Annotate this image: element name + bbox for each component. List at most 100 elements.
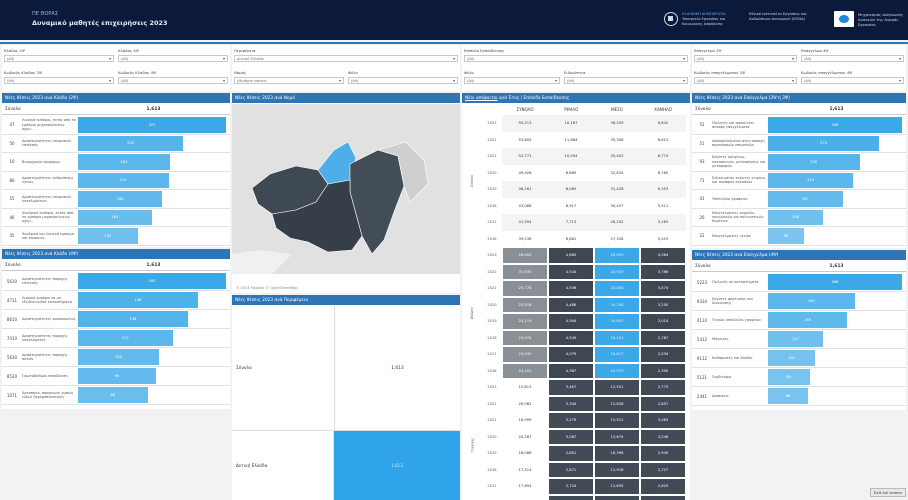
table-cell[interactable]: 16,803 — [594, 313, 640, 330]
table-cell[interactable]: 24,074 — [502, 329, 548, 346]
table-row[interactable]: 5131 Σερβιτόροι 89 — [692, 368, 906, 387]
table-cell[interactable]: 18,999 — [502, 412, 548, 429]
table-cell[interactable]: 4,079 — [548, 346, 594, 363]
column-header[interactable]: ΜΕΣΟ — [594, 104, 640, 114]
table-cell[interactable]: 2,364 — [548, 494, 594, 500]
table-cell[interactable]: 5,019 — [640, 230, 686, 247]
table-cell[interactable]: 8,865 — [548, 164, 594, 181]
filter-dropdown[interactable]: (All) — [694, 77, 797, 84]
table-cell[interactable]: 6,613 — [640, 131, 686, 148]
table-cell[interactable]: 2,871 — [548, 461, 594, 478]
table-cell[interactable]: 6,774 — [640, 148, 686, 165]
table-cell[interactable]: 16,208 — [594, 296, 640, 313]
region-map[interactable] — [232, 104, 460, 274]
table-row[interactable]: 26 Επαγγελματίες νομικών, κοινωνικών και … — [692, 209, 906, 227]
table-cell[interactable]: 2,625 — [640, 478, 686, 495]
table-cell[interactable]: 12,551 — [594, 379, 640, 396]
table-cell[interactable]: 26,402 — [502, 247, 548, 264]
table-row[interactable]: 46 Χονδρικό εμπόριο, εκτός από το εμπόριο… — [2, 209, 230, 227]
table-row[interactable]: 47 Λιανικό εμπόριο, εκτός από το εμπόριο … — [2, 116, 230, 135]
table-cell[interactable]: 24,030 — [502, 346, 548, 363]
filter-dropdown[interactable]: (All) — [4, 77, 114, 84]
table-row[interactable]: 93 Εργάτες ορυχείων, κατασκευών, μεταποίη… — [692, 153, 906, 172]
table-cell[interactable]: 6,881 — [548, 230, 594, 247]
table-cell[interactable]: 5,511 — [640, 197, 686, 214]
table-cell[interactable]: 3,250 — [640, 296, 686, 313]
table-cell[interactable]: 13,674 — [594, 428, 640, 445]
table-cell[interactable]: 16,398 — [594, 445, 640, 462]
table-cell[interactable]: 3,067 — [548, 428, 594, 445]
table-row[interactable]: 9334 Εργάτες φόρτωσης και διακίνησης 185 — [692, 292, 906, 311]
table-row[interactable]: 8610 Δραστηριότητες νοσοκομείων 136 — [2, 310, 230, 329]
table-row[interactable]: 4110 Γενικοί υπάλληλοι γραφείου 169 — [692, 311, 906, 330]
filter-dropdown[interactable]: Δυτική Ελλάδα — [234, 55, 458, 62]
column-header[interactable]: ΥΨΗΛΟ — [548, 104, 594, 114]
table-cell[interactable]: 4,544 — [548, 263, 594, 280]
table-cell[interactable]: 15,521 — [594, 412, 640, 429]
table-cell[interactable]: 18,066 — [502, 445, 548, 462]
table-cell[interactable]: 49,926 — [502, 164, 548, 181]
table-cell[interactable]: 2,534 — [640, 346, 686, 363]
table-cell[interactable]: 18,625 — [594, 263, 640, 280]
table-cell[interactable]: 25,518 — [502, 296, 548, 313]
table-cell[interactable]: 31,935 — [502, 263, 548, 280]
filter-dropdown[interactable]: (All) — [118, 55, 228, 62]
table-cell[interactable]: 28,202 — [594, 214, 640, 231]
table-cell[interactable]: 6,353 — [640, 181, 686, 198]
filter-dropdown[interactable]: (All) — [464, 77, 560, 84]
table-row[interactable]: 8520 Πρωτοβάθμια εκπαίδευση 96 — [2, 367, 230, 386]
table-cell[interactable]: 17,694 — [502, 478, 548, 495]
table-cell[interactable]: 15,813 — [502, 379, 548, 396]
table-row[interactable]: 71 Ειδικευμένοι τεχνίτες κτιρίων και συνα… — [692, 172, 906, 190]
graduates-link[interactable]: Νέοι απόφοιτοι — [465, 96, 498, 101]
table-row[interactable]: 2441 Δάσκαλοι 86 — [692, 387, 906, 406]
table-cell[interactable]: 20,287 — [502, 428, 548, 445]
table-cell[interactable]: 4,680 — [548, 247, 594, 264]
table-cell[interactable]: 8,765 — [640, 164, 686, 181]
filter-dropdown[interactable]: (All) — [118, 77, 228, 84]
table-cell[interactable]: 16,806 — [594, 280, 640, 297]
table-row[interactable]: 51 Απασχολούμενοι στην παροχή προσωπικών … — [692, 135, 906, 153]
table-cell[interactable]: 5,163 — [640, 214, 686, 231]
table-cell[interactable]: 3,246 — [640, 428, 686, 445]
table-cell[interactable]: 32,834 — [594, 164, 640, 181]
table-cell[interactable]: 11,684 — [548, 131, 594, 148]
table-cell[interactable]: 2,940 — [640, 445, 686, 462]
table-cell[interactable]: 55,213 — [502, 115, 548, 132]
table-cell[interactable]: 18,650 — [594, 247, 640, 264]
table-cell[interactable]: 2,857 — [640, 395, 686, 412]
table-cell[interactable]: 3,474 — [640, 280, 686, 297]
table-row[interactable]: 4711 Λιανικό εμπόριο σε μη εξειδικευμένα … — [2, 291, 230, 310]
table-cell[interactable]: 3,340 — [548, 395, 594, 412]
table-cell[interactable]: 24,101 — [502, 362, 548, 379]
table-cell[interactable]: 25,119 — [502, 313, 548, 330]
table-cell[interactable]: 10,167 — [548, 115, 594, 132]
table-cell[interactable]: 6,842 — [640, 115, 686, 132]
table-row[interactable]: 5412 Μάγειρες 117 — [692, 330, 906, 349]
filter-dropdown[interactable]: (All) — [348, 77, 458, 84]
table-cell[interactable]: 2,773 — [640, 379, 686, 396]
table-cell[interactable]: 2,787 — [640, 329, 686, 346]
table-row[interactable]: 1071 Αρτοποιία, παραγωγή νωπών ειδών ζαχα… — [2, 386, 230, 405]
filter-dropdown[interactable]: (All) — [694, 55, 797, 62]
table-cell[interactable]: 38,209 — [594, 115, 640, 132]
filter-dropdown[interactable]: (Multiple values) — [234, 77, 344, 84]
filter-dropdown[interactable]: (All) — [801, 77, 904, 84]
table-cell[interactable]: 17,514 — [502, 461, 548, 478]
table-cell[interactable]: 10,354 — [594, 494, 640, 500]
table-cell[interactable]: 4,564 — [548, 313, 594, 330]
table-cell[interactable]: 2,724 — [548, 478, 594, 495]
filter-dropdown[interactable]: (All) — [564, 77, 688, 84]
table-row[interactable]: 5223 Πωλητές σε καταστήματα 286 — [692, 273, 906, 292]
table-cell[interactable]: 16,241 — [594, 329, 640, 346]
table-row[interactable]: 5630 Δραστηριότητες παροχής ποτών 100 — [2, 348, 230, 367]
table-row[interactable]: 86 Δραστηριότητες ανθρώπινης υγείας 201 — [2, 172, 230, 190]
table-cell[interactable]: 2,851 — [548, 445, 594, 462]
table-cell[interactable]: 7,713 — [548, 214, 594, 231]
table-cell[interactable]: 3,467 — [548, 379, 594, 396]
table-cell[interactable]: 11,635 — [594, 478, 640, 495]
table-cell[interactable]: 16,079 — [594, 362, 640, 379]
filter-dropdown[interactable]: (All) — [801, 55, 904, 62]
table-cell[interactable]: 12,836 — [594, 395, 640, 412]
table-cell[interactable]: 3,279 — [548, 412, 594, 429]
